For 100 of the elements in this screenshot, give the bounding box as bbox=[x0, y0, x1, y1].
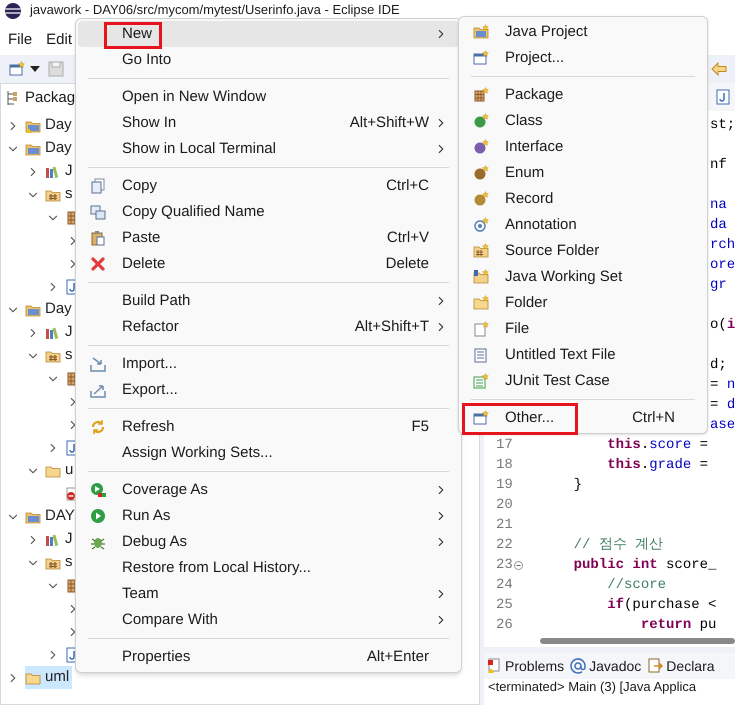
new-package-icon bbox=[473, 87, 489, 103]
paste-icon bbox=[90, 230, 106, 246]
code-line: = n bbox=[710, 376, 735, 394]
new-window-icon bbox=[473, 50, 489, 66]
tree-item[interactable]: J bbox=[45, 160, 76, 183]
menu-item[interactable]: Delete Delete bbox=[78, 251, 459, 277]
menu-item[interactable]: Copy Ctrl+C bbox=[78, 173, 459, 199]
shortcut-label: Alt+Enter bbox=[366, 646, 429, 667]
tree-item-label: Day bbox=[45, 115, 72, 136]
tree-item[interactable]: J bbox=[45, 528, 76, 551]
collapse-icon[interactable] bbox=[514, 560, 523, 570]
menu-bar-item[interactable]: Edit bbox=[46, 28, 72, 52]
new-file-icon bbox=[473, 321, 489, 337]
panel-tab[interactable]: Problems bbox=[505, 656, 564, 676]
tree-item-label: J bbox=[65, 161, 72, 182]
line-number: 24 bbox=[496, 576, 513, 594]
tree-item[interactable]: Day bbox=[25, 114, 75, 137]
declaration-icon bbox=[647, 658, 664, 674]
code-line: this.grade = bbox=[606, 456, 708, 474]
tree-item-label: Day bbox=[45, 299, 72, 320]
code-line: st; bbox=[710, 116, 735, 134]
menu-item[interactable]: Team bbox=[78, 581, 459, 607]
menu-item[interactable]: Copy Qualified Name bbox=[78, 199, 459, 225]
tree-item[interactable]: DAY bbox=[25, 505, 78, 528]
menu-item[interactable]: Debug As bbox=[78, 529, 459, 555]
refresh-icon bbox=[90, 419, 106, 435]
code-line: // 점수 계산 bbox=[572, 536, 664, 554]
code-line: rch bbox=[710, 236, 735, 254]
menu-item[interactable]: Paste Ctrl+V bbox=[78, 225, 459, 251]
menu-item[interactable]: JUnit Test Case bbox=[461, 368, 705, 394]
menu-item[interactable]: File bbox=[461, 316, 705, 342]
menu-item[interactable]: Assign Working Sets... bbox=[78, 440, 459, 466]
tree-item[interactable]: Day bbox=[25, 137, 75, 160]
panel-tab[interactable]: Javadoc bbox=[589, 656, 642, 676]
tree-item[interactable]: s bbox=[45, 183, 76, 206]
menu-item[interactable]: Class bbox=[461, 108, 705, 134]
menu-item[interactable]: Refresh F5 bbox=[78, 414, 459, 440]
menu-item[interactable]: Run As bbox=[78, 503, 459, 529]
tree-item-label: s bbox=[65, 552, 72, 572]
at-sign-icon bbox=[570, 658, 586, 674]
view-tab[interactable]: Packag bbox=[25, 86, 76, 110]
menu-item[interactable]: Compare With bbox=[78, 607, 459, 633]
caret-icon[interactable] bbox=[30, 66, 40, 72]
code-line: return pu bbox=[640, 616, 716, 634]
code-line: na bbox=[710, 196, 727, 214]
coverage-icon bbox=[90, 482, 106, 498]
shortcut-label: Ctrl+C bbox=[386, 176, 429, 196]
menu-item[interactable]: Import... bbox=[78, 351, 459, 377]
line-number: 19 bbox=[496, 476, 513, 494]
menu-item[interactable]: Coverage As bbox=[78, 477, 459, 503]
menu-item[interactable]: Java Working Set bbox=[461, 264, 705, 290]
tree-item[interactable]: s bbox=[45, 344, 76, 367]
new-window-icon[interactable] bbox=[8, 61, 26, 77]
tree-item[interactable]: uml bbox=[25, 666, 72, 689]
menu-item[interactable]: Folder bbox=[461, 290, 705, 316]
tree-item[interactable]: s bbox=[45, 551, 76, 574]
menu-item[interactable]: Source Folder bbox=[461, 238, 705, 264]
menu-item[interactable]: Build Path bbox=[78, 288, 459, 314]
java-file-icon bbox=[715, 89, 731, 105]
menu-item[interactable]: Open in New Window bbox=[78, 84, 459, 110]
import-icon bbox=[90, 356, 106, 372]
tree-item-label: s bbox=[65, 184, 72, 204]
shortcut-label: Alt+Shift+T bbox=[354, 316, 429, 337]
menu-item[interactable]: Properties Alt+Enter bbox=[78, 644, 459, 670]
panel-tab[interactable]: Declara bbox=[666, 656, 715, 676]
menu-item[interactable]: Export... bbox=[78, 377, 459, 403]
back-arrow-icon[interactable] bbox=[711, 62, 727, 76]
menu-bar-item[interactable]: File bbox=[8, 28, 32, 52]
annotation-icon bbox=[473, 217, 489, 233]
menu-item[interactable]: Enum bbox=[461, 160, 705, 186]
menu-item[interactable]: Project... bbox=[461, 45, 705, 71]
menu-item[interactable]: Refactor Alt+Shift+T bbox=[78, 314, 459, 340]
menu-item[interactable]: Package bbox=[461, 82, 705, 108]
menu-item[interactable]: Other... Ctrl+N bbox=[461, 405, 705, 431]
line-number: 26 bbox=[496, 616, 513, 634]
scrollbar[interactable] bbox=[540, 638, 735, 644]
menu-item[interactable]: Go Into bbox=[78, 47, 459, 73]
tree-item[interactable]: J bbox=[45, 321, 76, 344]
tree-item[interactable]: u bbox=[45, 459, 76, 482]
line-number: 25 bbox=[496, 596, 513, 614]
shortcut-label: Ctrl+V bbox=[386, 228, 429, 248]
java-project-icon bbox=[473, 24, 489, 40]
menu-item[interactable]: Show in Local Terminal bbox=[78, 136, 459, 162]
code-line: public int score_ bbox=[572, 556, 716, 574]
code-line: da bbox=[710, 216, 727, 234]
console-status: <terminated> Main (3) [Java Applica bbox=[487, 679, 698, 695]
code-line: d; bbox=[710, 356, 727, 374]
menu-item[interactable]: Annotation bbox=[461, 212, 705, 238]
code-line: if(purchase < bbox=[606, 596, 716, 614]
interface-icon bbox=[473, 139, 489, 155]
tree-item[interactable]: Day bbox=[25, 298, 75, 321]
tree-view-icon bbox=[5, 90, 19, 106]
menu-item[interactable]: New bbox=[78, 21, 459, 47]
menu-item[interactable]: Java Project bbox=[461, 19, 705, 45]
menu-item[interactable]: Interface bbox=[461, 134, 705, 160]
menu-item[interactable]: Record bbox=[461, 186, 705, 212]
menu-item[interactable]: Show In Alt+Shift+W bbox=[78, 110, 459, 136]
menu-item[interactable]: Untitled Text File bbox=[461, 342, 705, 368]
menu-item[interactable]: Restore from Local History... bbox=[78, 555, 459, 581]
shortcut-label: F5 bbox=[411, 416, 429, 437]
